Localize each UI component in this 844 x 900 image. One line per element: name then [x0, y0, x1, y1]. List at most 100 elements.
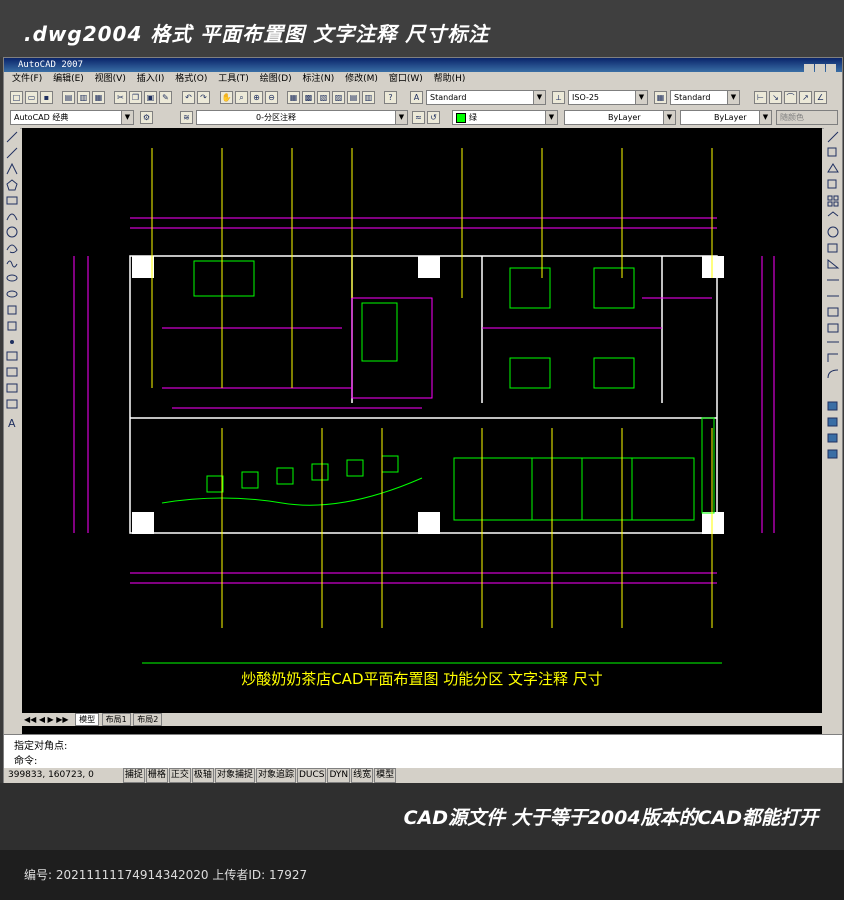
markup-icon[interactable]: ▤ — [347, 91, 360, 104]
layer-previous-icon[interactable]: ↺ — [427, 111, 440, 124]
dyn-toggle[interactable]: DYN — [327, 768, 351, 783]
sheet-set-icon[interactable]: ▨ — [332, 91, 345, 104]
workspace-combo[interactable]: AutoCAD 经典 ▼ — [10, 110, 134, 125]
menu-view[interactable]: 视图(V) — [95, 72, 126, 87]
undo-icon[interactable]: ↶ — [182, 91, 195, 104]
lineweight-value: ByLayer — [714, 113, 747, 122]
layer-combo[interactable]: 0-分区注释 ▼ — [196, 110, 408, 125]
paste-icon[interactable]: ▣ — [144, 91, 157, 104]
drawing-title: 炒酸奶奶茶店CAD平面布置图 功能分区 文字注释 尺寸 — [241, 670, 603, 688]
window-controls[interactable] — [804, 59, 840, 74]
zoom-realtime-icon[interactable]: ⌕ — [235, 91, 248, 104]
lineweight-toggle[interactable]: 线宽 — [351, 768, 374, 783]
linetype-value: ByLayer — [608, 113, 641, 122]
command-window[interactable]: 指定对角点: 命令: — [4, 734, 842, 768]
osnap-toggle[interactable]: 对象捕捉 — [214, 768, 255, 783]
menu-bar: 文件(F) 编辑(E) 视图(V) 插入(I) 格式(O) 工具(T) 绘图(D… — [4, 72, 842, 87]
menu-tools[interactable]: 工具(T) — [218, 72, 249, 87]
model-toggle[interactable]: 模型 — [374, 768, 397, 783]
dim-style-icon[interactable]: ⟂ — [552, 91, 565, 104]
tab-model[interactable]: 模型 — [75, 713, 100, 726]
color-combo[interactable]: 绿 ▼ — [452, 110, 558, 125]
draw-tools-icons[interactable]: A — [4, 128, 20, 488]
command-line-2[interactable]: 命令: — [14, 752, 37, 767]
dim-radius-icon[interactable]: ↗ — [799, 91, 812, 104]
top-banner: .dwg2004 格式 平面布置图 文字注释 尺寸标注 — [0, 0, 844, 57]
tab-layout2[interactable]: 布局2 — [133, 713, 163, 726]
match-icon[interactable]: ✎ — [159, 91, 172, 104]
cut-icon[interactable]: ✂ — [114, 91, 127, 104]
new-icon[interactable]: □ — [10, 91, 23, 104]
otrack-toggle[interactable]: 对象追踪 — [255, 768, 296, 783]
menu-format[interactable]: 格式(O) — [175, 72, 207, 87]
menu-file[interactable]: 文件(F) — [12, 72, 42, 87]
tab-nav-icon[interactable]: ◀◀ ◀ ▶ ▶▶ — [24, 715, 69, 724]
zoom-window-icon[interactable]: ⊕ — [250, 91, 263, 104]
pan-icon[interactable]: ✋ — [220, 91, 233, 104]
chevron-down-icon[interactable]: ▼ — [121, 111, 133, 124]
footer-text: 编号: 20211111174914342020 上传者ID: 17927 — [24, 868, 308, 882]
layer-manager-icon[interactable]: ≋ — [180, 111, 193, 124]
table-style-combo[interactable]: Standard ▼ — [670, 90, 740, 105]
dim-aligned-icon[interactable]: ↘ — [769, 91, 782, 104]
drawing-canvas[interactable]: 炒酸奶奶茶店CAD平面布置图 功能分区 文字注释 尺寸 — [22, 128, 822, 773]
modify-tools-icons[interactable] — [824, 128, 842, 468]
chevron-down-icon[interactable]: ▼ — [545, 111, 557, 124]
menu-draw[interactable]: 绘图(D) — [260, 72, 292, 87]
chevron-down-icon[interactable]: ▼ — [533, 91, 545, 104]
snap-toggle[interactable]: 捕捉 — [122, 768, 145, 783]
menu-insert[interactable]: 插入(I) — [137, 72, 165, 87]
grid-toggle[interactable]: 栅格 — [145, 768, 168, 783]
plotstyle-combo: 随颜色 — [776, 110, 838, 125]
autocad-window: AutoCAD 2007 文件(F) 编辑(E) 视图(V) 插入(I) 格式(… — [3, 57, 843, 785]
open-icon[interactable]: ▭ — [25, 91, 38, 104]
table-style-icon[interactable]: ▦ — [654, 91, 667, 104]
ortho-toggle[interactable]: 正交 — [168, 768, 191, 783]
menu-edit[interactable]: 编辑(E) — [53, 72, 84, 87]
workspace-settings-icon[interactable]: ⚙ — [140, 111, 153, 124]
help-icon[interactable]: ? — [384, 91, 397, 104]
chevron-down-icon[interactable]: ▼ — [395, 111, 407, 124]
menu-help[interactable]: 帮助(H) — [434, 72, 466, 87]
make-current-icon[interactable]: ≈ — [412, 111, 425, 124]
text-style-combo[interactable]: Standard ▼ — [426, 90, 546, 105]
redo-icon[interactable]: ↷ — [197, 91, 210, 104]
preview-icon[interactable]: ▥ — [77, 91, 90, 104]
zoom-previous-icon[interactable]: ⊖ — [265, 91, 278, 104]
dim-arc-icon[interactable]: ⌒ — [784, 91, 797, 104]
lineweight-combo[interactable]: ByLayer ▼ — [680, 110, 772, 125]
draw-toolbar: A — [4, 128, 20, 728]
ducs-toggle[interactable]: DUCS — [296, 768, 327, 783]
design-center-icon[interactable]: ▩ — [302, 91, 315, 104]
tab-layout1[interactable]: 布局1 — [101, 713, 131, 726]
calculator-icon[interactable]: ▥ — [362, 91, 375, 104]
layers-toolbar: AutoCAD 经典 ▼ ⚙ ≋ 0-分区注释 ▼ ≈ ↺ 绿 ▼ ByLayer ▼ … — [4, 108, 842, 129]
menu-dimension[interactable]: 标注(N) — [303, 72, 335, 87]
menu-window[interactable]: 窗口(W) — [389, 72, 423, 87]
print-icon[interactable]: ▤ — [62, 91, 75, 104]
menu-modify[interactable]: 修改(M) — [345, 72, 378, 87]
workspace-value: AutoCAD 经典 — [14, 113, 69, 122]
tool-palettes-icon[interactable]: ▧ — [317, 91, 330, 104]
color-swatch — [456, 112, 466, 123]
dim-style-combo[interactable]: ISO-25 ▼ — [568, 90, 648, 105]
dim-angular-icon[interactable]: ∠ — [814, 91, 827, 104]
copy-icon[interactable]: ❐ — [129, 91, 142, 104]
standard-toolbar: □ ▭ ▪ ▤ ▥ ▦ ✂ ❐ ▣ ✎ ↶ ↷ ✋ ⌕ ⊕ ⊖ ▦ ▩ ▧ ▨ … — [4, 88, 842, 109]
layout-tabs: ◀◀ ◀ ▶ ▶▶ 模型 布局1 布局2 — [22, 713, 822, 726]
text-style-icon[interactable]: A — [410, 91, 423, 104]
properties-icon[interactable]: ▦ — [287, 91, 300, 104]
chevron-down-icon[interactable]: ▼ — [663, 111, 675, 124]
publish-icon[interactable]: ▦ — [92, 91, 105, 104]
linetype-combo[interactable]: ByLayer ▼ — [564, 110, 676, 125]
dim-linear-icon[interactable]: ⊢ — [754, 91, 767, 104]
chevron-down-icon[interactable]: ▼ — [727, 91, 739, 104]
svg-text:A: A — [8, 417, 16, 430]
color-value: 绿 — [469, 113, 477, 122]
chevron-down-icon[interactable]: ▼ — [759, 111, 771, 124]
chevron-down-icon[interactable]: ▼ — [635, 91, 647, 104]
polar-toggle[interactable]: 极轴 — [191, 768, 214, 783]
table-style-value: Standard — [674, 93, 711, 102]
plotstyle-value: 随颜色 — [780, 113, 804, 122]
save-icon[interactable]: ▪ — [40, 91, 53, 104]
